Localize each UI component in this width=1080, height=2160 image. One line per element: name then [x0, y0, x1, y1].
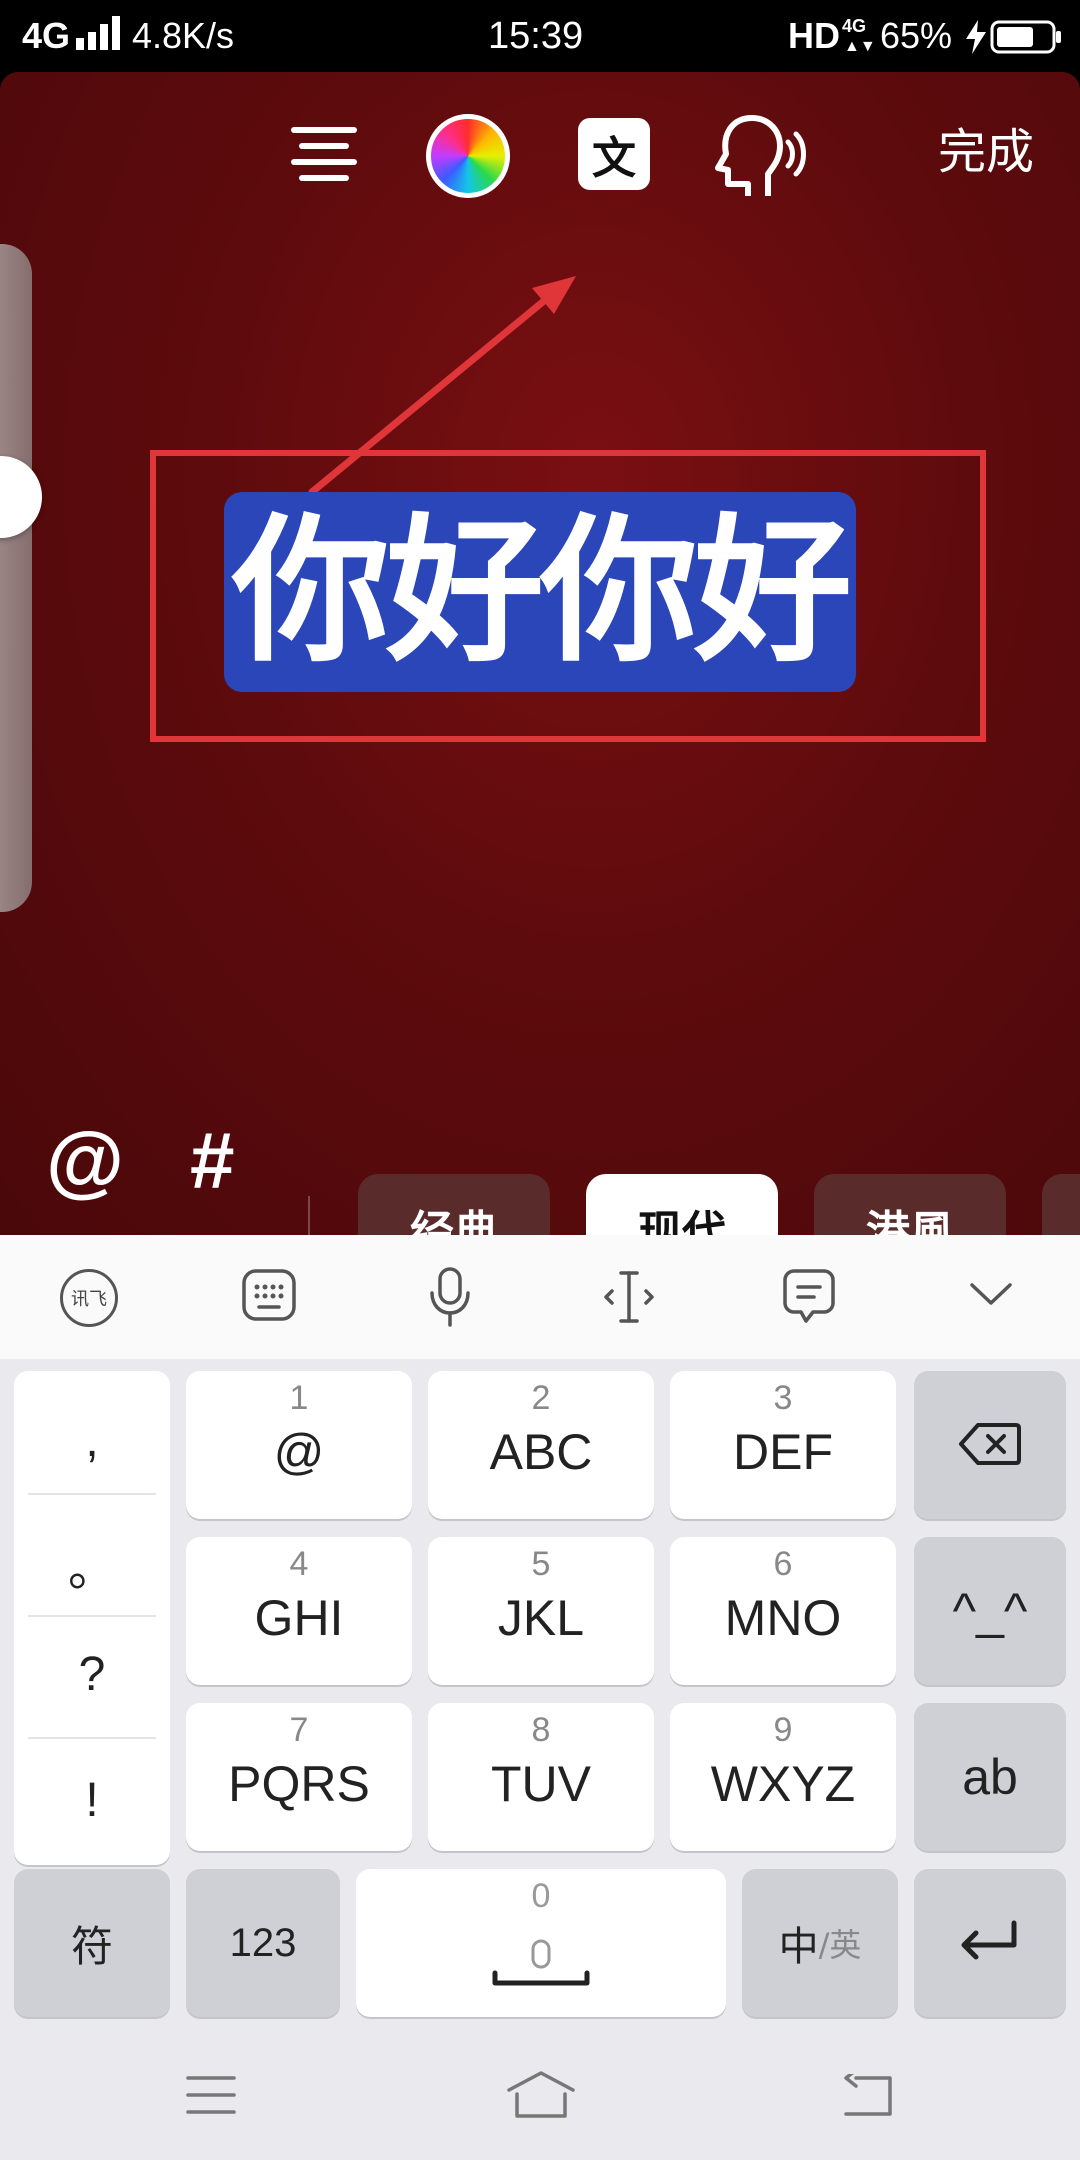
battery-icon: [990, 20, 1061, 54]
key-5[interactable]: 5 JKL: [428, 1537, 654, 1685]
language-switch-key[interactable]: 中/英: [742, 1869, 898, 2017]
emoticon-key[interactable]: ^_^: [914, 1537, 1066, 1685]
space-key[interactable]: 0: [356, 1869, 726, 2017]
style-more-partial[interactable]: [1042, 1174, 1080, 1235]
speaking-head-icon[interactable]: [710, 114, 806, 200]
clock: 15:39: [488, 15, 584, 57]
enter-icon: [961, 1920, 1017, 1960]
text-sticker[interactable]: 你好你好: [224, 492, 856, 692]
font-style-button[interactable]: 文: [578, 118, 650, 190]
back-icon[interactable]: [842, 2074, 894, 2118]
key-6[interactable]: 6 MNO: [670, 1537, 896, 1685]
backspace-key[interactable]: [914, 1371, 1066, 1519]
key-2[interactable]: 2 ABC: [428, 1371, 654, 1519]
symbol-key[interactable]: 符: [14, 1869, 170, 2017]
hashtag-button[interactable]: #: [190, 1116, 235, 1206]
size-slider-track[interactable]: [0, 244, 32, 912]
punctuation-column: , 。 ? !: [14, 1371, 170, 1865]
key-1[interactable]: 1 @: [186, 1371, 412, 1519]
color-wheel-icon[interactable]: [426, 114, 510, 198]
charging-icon: [966, 20, 986, 54]
menu-icon[interactable]: [186, 2074, 236, 2116]
align-center-icon[interactable]: [288, 120, 360, 192]
punct-comma[interactable]: ,: [14, 1413, 170, 1468]
network-speed: 4.8K/s: [132, 15, 235, 56]
enter-key[interactable]: [914, 1869, 1066, 2017]
clipboard-icon[interactable]: [780, 1265, 838, 1329]
cursor-move-icon[interactable]: [600, 1265, 658, 1329]
key-3[interactable]: 3 DEF: [670, 1371, 896, 1519]
home-icon[interactable]: [506, 2070, 576, 2120]
network-type: 4G: [22, 15, 71, 56]
text-editor-canvas: 文 完成 你好你好 @ # 经典 现代 港風: [0, 72, 1080, 1235]
hd-indicator: HD: [788, 15, 840, 56]
mention-button[interactable]: @: [46, 1116, 124, 1206]
punct-exclaim[interactable]: !: [14, 1773, 170, 1828]
key-9[interactable]: 9 WXYZ: [670, 1703, 896, 1851]
space-mic-icon: [492, 1939, 590, 1986]
4g-indicator: 4G: [842, 16, 867, 36]
style-classic[interactable]: 经典: [358, 1174, 550, 1235]
punct-question[interactable]: ?: [14, 1647, 170, 1702]
status-bar: 4G 4.8K/s 15:39 HD 4G ▲▼ 65%: [0, 0, 1080, 72]
punct-period[interactable]: 。: [14, 1529, 170, 1599]
done-button[interactable]: 完成: [938, 122, 1034, 182]
keyboard-icon[interactable]: [240, 1265, 298, 1327]
key-7[interactable]: 7 PQRS: [186, 1703, 412, 1851]
font-icon: 文: [592, 133, 636, 184]
size-slider-handle[interactable]: [0, 456, 42, 538]
key-8[interactable]: 8 TUV: [428, 1703, 654, 1851]
keyboard: , 。 ? ! 1 @ 2 ABC 3 DEF 4 GHI 5 JKL 6 MN…: [0, 1359, 1080, 2030]
ab-key[interactable]: ab: [914, 1703, 1066, 1851]
divider: [308, 1196, 310, 1235]
sticker-text: 你好你好: [232, 500, 852, 684]
key-4[interactable]: 4 GHI: [186, 1537, 412, 1685]
data-arrows-icon: ▲▼: [844, 38, 876, 55]
backspace-icon: [959, 1423, 1021, 1465]
ime-logo-icon[interactable]: 讯飞: [60, 1269, 118, 1327]
microphone-icon[interactable]: [424, 1265, 476, 1329]
system-nav-bar: [0, 2030, 1080, 2160]
number-key[interactable]: 123: [186, 1869, 340, 2017]
style-hongkong[interactable]: 港風: [814, 1174, 1006, 1235]
keyboard-toolbar: 讯飞: [0, 1235, 1080, 1359]
collapse-chevron-icon[interactable]: [968, 1275, 1014, 1315]
style-modern[interactable]: 现代: [586, 1174, 778, 1235]
battery-percent: 65%: [880, 15, 953, 56]
